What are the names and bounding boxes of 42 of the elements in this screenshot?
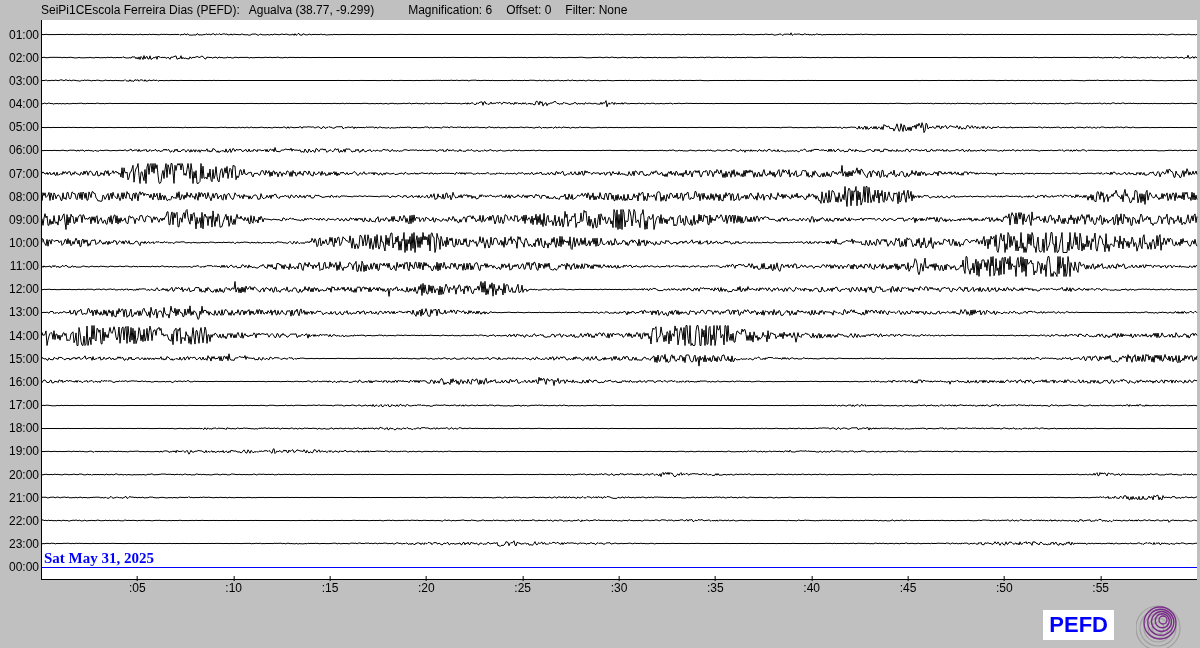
- station-code-badge: PEFD: [1043, 610, 1114, 640]
- hour-label: 13:00: [8, 305, 39, 320]
- hour-label: 15:00: [8, 351, 39, 366]
- hour-label: 14:00: [8, 328, 39, 343]
- hour-label: 19:00: [8, 444, 39, 459]
- hour-label: 03:00: [8, 73, 39, 88]
- hour-label: 11:00: [9, 259, 39, 274]
- hour-label: 02:00: [8, 50, 39, 65]
- hour-label: 09:00: [8, 212, 39, 227]
- location-text: Agualva (38.77, -9.299): [248, 3, 375, 17]
- date-label: Sat May 31, 2025: [44, 549, 154, 566]
- hour-label: 08:00: [8, 189, 39, 204]
- hour-label: 06:00: [8, 143, 39, 158]
- axis-tick-label: :35: [707, 581, 724, 595]
- hour-label: 20:00: [8, 467, 39, 482]
- axis-tick-label: :50: [996, 581, 1013, 595]
- hour-label: 23:00: [8, 537, 39, 551]
- station-name: SeiPi1CEscola Ferreira Dias (PEFD):: [41, 3, 240, 17]
- hour-label: 12:00: [8, 282, 39, 297]
- axis-tick-label: :15: [321, 581, 339, 595]
- hour-label: 00:00: [8, 560, 39, 575]
- hour-label: 05:00: [8, 120, 39, 135]
- hour-label: 18:00: [8, 421, 39, 436]
- filter-text: Filter: None: [565, 3, 628, 17]
- hour-label: 17:00: [8, 398, 39, 413]
- hour-label: 07:00: [8, 166, 39, 181]
- axis-tick-label: :05: [129, 581, 146, 595]
- axis-tick-label: :10: [225, 581, 242, 595]
- hour-label: 10:00: [8, 236, 39, 250]
- hour-label: 21:00: [8, 490, 39, 505]
- hour-label: 04:00: [8, 97, 39, 112]
- magnification-text: Magnification: 6: [408, 3, 493, 17]
- axis-tick-label: :45: [899, 581, 917, 595]
- axis-tick-label: :25: [514, 581, 531, 595]
- hour-label: 22:00: [8, 513, 39, 528]
- hour-label: 01:00: [8, 27, 39, 42]
- hour-label: 16:00: [8, 374, 39, 389]
- axis-tick-label: :20: [418, 581, 435, 595]
- axis-tick-label: :55: [1092, 581, 1109, 595]
- axis-tick-label: :40: [803, 581, 820, 595]
- axis-tick-label: :30: [610, 581, 628, 595]
- offset-text: Offset: 0: [506, 3, 552, 17]
